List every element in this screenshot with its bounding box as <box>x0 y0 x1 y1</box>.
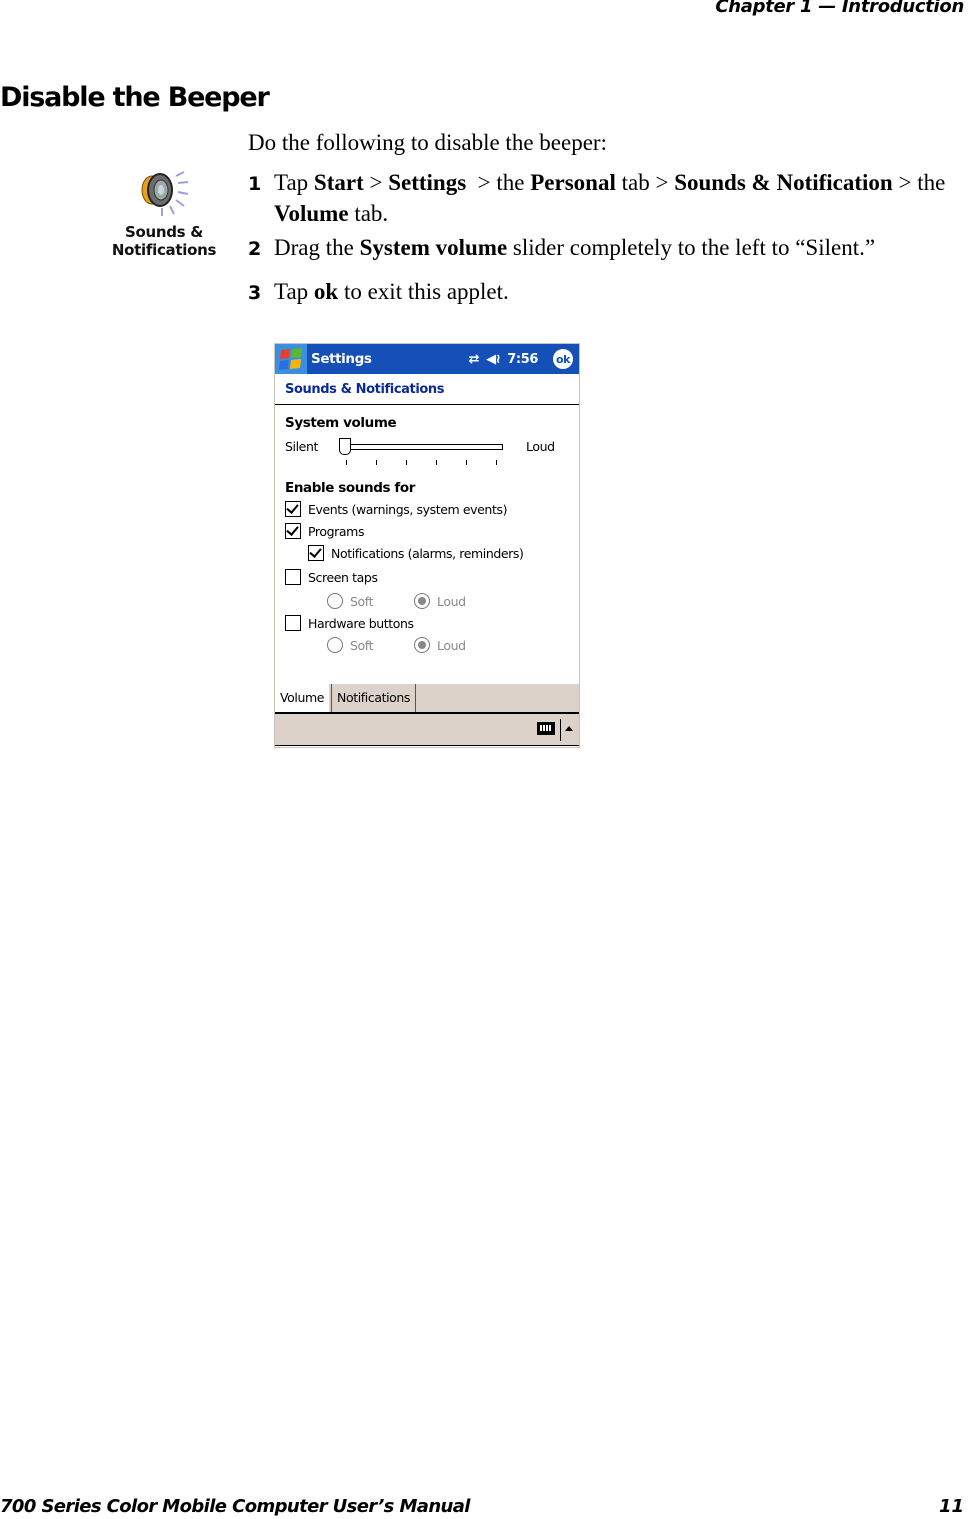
checkbox-label: Events (warnings, system events) <box>308 501 508 517</box>
applet-subtitle: Sounds & Notifications <box>275 374 579 405</box>
checkbox-label: Screen taps <box>308 569 378 585</box>
menu-bar <box>275 714 579 746</box>
loud-label: Loud <box>526 439 555 454</box>
sounds-notifications-applet: Sounds & Notifications <box>108 170 220 259</box>
speaker-icon <box>141 171 189 216</box>
screen-taps-soft-radio[interactable] <box>327 593 343 609</box>
ui-term: Start <box>313 170 364 195</box>
running-head: Chapter 1 — Introduction <box>709 0 964 17</box>
slider-thumb[interactable] <box>339 438 351 455</box>
step-3: 3 Tap ok to exit this applet. <box>248 277 970 308</box>
events-checkbox-row[interactable]: Events (warnings, system events) <box>285 501 507 517</box>
checkbox-label: Notifications (alarms, reminders) <box>331 545 524 561</box>
hardware-buttons-checkbox[interactable] <box>285 615 301 631</box>
screen-taps-loud-radio[interactable] <box>414 593 430 609</box>
screen-taps-soft-radio-row[interactable]: Soft <box>327 593 373 609</box>
title-bar: Settings ⇄ ◀≀ 7:56 ok <box>275 344 579 374</box>
dash: — <box>818 0 836 17</box>
ok-button[interactable]: ok <box>553 349 573 369</box>
step-text: slider completely to the left to “Silent… <box>507 235 876 260</box>
title-bar-icons: ⇄ ◀≀ 7:56 ok <box>469 349 573 369</box>
manual-title: 700 Series Color Mobile Computer User’s … <box>0 1496 470 1517</box>
ui-term: Sounds & Notification <box>674 170 893 195</box>
sync-arrows-icon[interactable]: ⇄ <box>469 352 480 367</box>
hardware-buttons-soft-radio[interactable] <box>327 637 343 653</box>
hardware-buttons-soft-radio-row[interactable]: Soft <box>327 637 373 653</box>
windows-flag-icon <box>279 348 302 370</box>
slider-tick <box>406 460 407 465</box>
step-text: > <box>363 170 389 195</box>
tab-notifications[interactable]: Notifications <box>331 684 417 712</box>
hardware-buttons-loud-radio[interactable] <box>414 637 430 653</box>
applet-label-line1: Sounds & <box>124 223 204 241</box>
page-number: 11 <box>938 1496 964 1517</box>
slider-tick <box>346 460 347 465</box>
ui-term: Volume <box>274 201 349 226</box>
screen-taps-checkbox-row[interactable]: Screen taps <box>285 569 378 585</box>
ui-term: System volume <box>359 235 508 260</box>
ui-term: ok <box>313 279 339 304</box>
step-text: > the <box>892 170 946 195</box>
intro-text: Do the following to disable the beeper: <box>248 130 607 155</box>
section-title: Disable the Beeper <box>0 82 270 113</box>
step-number: 3 <box>248 282 262 304</box>
volume-tab-content: System volume Silent Loud Enable sounds … <box>275 405 579 684</box>
hardware-buttons-loud-radio-row[interactable]: Loud <box>414 637 466 653</box>
slider-tick <box>496 460 497 465</box>
tab-volume[interactable]: Volume <box>275 684 330 712</box>
up-arrow-icon[interactable] <box>565 726 573 731</box>
notifications-checkbox-row[interactable]: Notifications (alarms, reminders) <box>308 545 524 561</box>
step-text: Drag the <box>274 235 360 260</box>
radio-label: Soft <box>350 637 374 653</box>
start-button[interactable] <box>275 344 307 374</box>
chapter-title: Introduction <box>841 0 964 17</box>
window-title: Settings <box>311 351 372 367</box>
radio-label: Soft <box>350 593 374 609</box>
screen-taps-loud-radio-row[interactable]: Loud <box>414 593 466 609</box>
step-2: 2 Drag the System volume slider completel… <box>248 233 970 264</box>
hardware-buttons-checkbox-row[interactable]: Hardware buttons <box>285 615 414 631</box>
slider-tick <box>466 460 467 465</box>
step-1: 1 Tap Start > Settings > the Personal tab… <box>248 168 970 228</box>
notifications-checkbox[interactable] <box>308 545 324 561</box>
step-text: tab > <box>615 170 675 195</box>
keyboard-icon[interactable] <box>537 722 555 735</box>
applet-label: Sounds & Notifications <box>108 223 220 259</box>
checkbox-label: Programs <box>308 523 365 539</box>
events-checkbox[interactable] <box>285 501 301 517</box>
applet-label-line2: Notifications <box>111 241 217 259</box>
step-text: Tap <box>274 170 314 195</box>
tab-bar: Volume Notifications <box>275 684 579 714</box>
step-text: Tap <box>274 279 314 304</box>
screen-taps-checkbox[interactable] <box>285 569 301 585</box>
menu-separator <box>560 719 561 741</box>
ui-term: Personal <box>530 170 616 195</box>
ui-term: Settings <box>388 170 467 195</box>
chapter-label: Chapter 1 <box>715 0 813 17</box>
step-text: > the <box>466 170 531 195</box>
clock[interactable]: 7:56 <box>507 352 538 367</box>
step-text: tab. <box>348 201 389 226</box>
enable-sounds-label: Enable sounds for <box>285 480 416 496</box>
device-screenshot: Settings ⇄ ◀≀ 7:56 ok Sounds & Notificat… <box>274 343 580 748</box>
system-volume-slider[interactable] <box>343 444 503 450</box>
speaker-icon[interactable]: ◀≀ <box>486 352 500 367</box>
step-number: 2 <box>248 238 262 260</box>
radio-label: Loud <box>437 637 466 653</box>
checkbox-label: Hardware buttons <box>308 615 414 631</box>
step-number: 1 <box>248 173 262 195</box>
programs-checkbox[interactable] <box>285 523 301 539</box>
slider-tick <box>376 460 377 465</box>
silent-label: Silent <box>285 439 318 454</box>
step-text: to exit this applet. <box>338 279 509 304</box>
system-volume-label: System volume <box>285 415 397 431</box>
radio-label: Loud <box>437 593 466 609</box>
programs-checkbox-row[interactable]: Programs <box>285 523 364 539</box>
slider-tick <box>436 460 437 465</box>
